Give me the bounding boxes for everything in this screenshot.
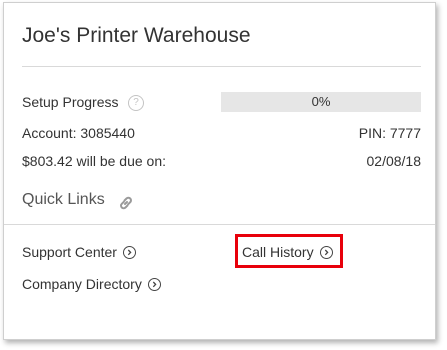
chevron-right-circle-icon bbox=[147, 277, 161, 291]
chevron-right-circle-icon bbox=[122, 245, 136, 259]
account-number: Account: 3085440 bbox=[22, 125, 135, 141]
pin-number: PIN: 7777 bbox=[358, 125, 421, 141]
link-icon bbox=[120, 196, 132, 210]
amount-due-label: $803.42 will be due on: bbox=[22, 153, 166, 169]
company-title: Joe's Printer Warehouse bbox=[22, 24, 251, 47]
quick-links-divider bbox=[4, 224, 435, 225]
support-center-label: Support Center bbox=[22, 244, 117, 260]
support-center-link[interactable]: Support Center bbox=[22, 244, 136, 260]
quick-links-title: Quick Links bbox=[22, 191, 105, 208]
company-directory-label: Company Directory bbox=[22, 276, 142, 292]
account-card: Joe's Printer Warehouse Setup Progress ?… bbox=[3, 2, 436, 340]
due-date: 02/08/18 bbox=[366, 153, 422, 169]
setup-progress-label: Setup Progress bbox=[22, 94, 119, 110]
call-history-highlight-box bbox=[235, 234, 343, 268]
setup-progress-value: 0% bbox=[311, 94, 331, 109]
setup-progress-bar: 0% bbox=[221, 92, 421, 112]
title-divider bbox=[22, 66, 421, 67]
question-mark-icon[interactable]: ? bbox=[128, 95, 144, 111]
company-directory-link[interactable]: Company Directory bbox=[22, 276, 161, 292]
